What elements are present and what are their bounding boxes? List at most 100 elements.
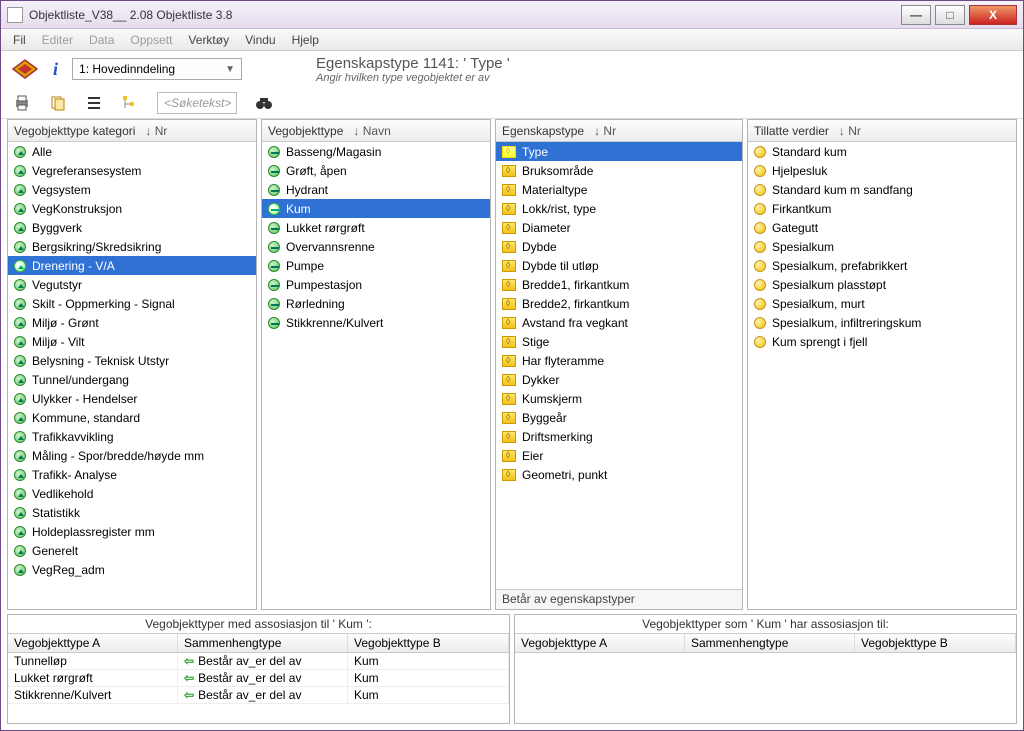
assoc-left-h1[interactable]: Vegobjekttype A xyxy=(8,634,178,652)
assoc-row[interactable]: Tunnelløp⇦Består av_er del avKum xyxy=(8,653,509,670)
list-item[interactable]: Pumpestasjon xyxy=(262,275,490,294)
col-category-sort: ↓ Nr xyxy=(145,124,167,138)
col-property-header[interactable]: Egenskapstype ↓ Nr xyxy=(496,120,742,142)
minimize-button[interactable]: — xyxy=(901,5,931,25)
list-item-label: Gategutt xyxy=(772,221,818,235)
property-icon xyxy=(502,412,516,424)
list-item[interactable]: Overvannsrenne xyxy=(262,237,490,256)
list-item[interactable]: Vegreferansesystem xyxy=(8,161,256,180)
list-item[interactable]: Hydrant xyxy=(262,180,490,199)
assoc-right-h1[interactable]: Vegobjekttype A xyxy=(515,634,685,652)
list-item[interactable]: Kommune, standard xyxy=(8,408,256,427)
print-icon[interactable] xyxy=(13,94,31,112)
list-item[interactable]: Gategutt xyxy=(748,218,1016,237)
list-item[interactable]: Vegsystem xyxy=(8,180,256,199)
col-category-header[interactable]: Vegobjekttype kategori ↓ Nr xyxy=(8,120,256,142)
list-item[interactable]: Har flyteramme xyxy=(496,351,742,370)
list-item[interactable]: Dybde xyxy=(496,237,742,256)
list-item[interactable]: Diameter xyxy=(496,218,742,237)
list-item[interactable]: Spesialkum plasstøpt xyxy=(748,275,1016,294)
copy-icon[interactable] xyxy=(49,94,67,112)
list-item[interactable]: Ulykker - Hendelser xyxy=(8,389,256,408)
list-item-label: Avstand fra vegkant xyxy=(522,316,628,330)
list-item[interactable]: Driftsmerking xyxy=(496,427,742,446)
binoculars-icon[interactable] xyxy=(255,94,273,112)
menu-data[interactable]: Data xyxy=(83,31,120,49)
division-combobox[interactable]: 1: Hovedinndeling ▼ xyxy=(72,58,242,80)
list-item[interactable]: Stikkrenne/Kulvert xyxy=(262,313,490,332)
menu-bar: FilEditerDataOppsettVerktøyVindu Hjelp xyxy=(1,29,1023,51)
list-item[interactable]: Statistikk xyxy=(8,503,256,522)
list-item[interactable]: Rørledning xyxy=(262,294,490,313)
col-objecttype-header[interactable]: Vegobjekttype ↓ Navn xyxy=(262,120,490,142)
list-item[interactable]: Bredde1, firkantkum xyxy=(496,275,742,294)
menu-hjelp[interactable]: Hjelp xyxy=(286,31,325,49)
tree-icon[interactable] xyxy=(121,94,139,112)
list-item[interactable]: Basseng/Magasin xyxy=(262,142,490,161)
list-item[interactable]: Skilt - Oppmerking - Signal xyxy=(8,294,256,313)
list-item[interactable]: Grøft, åpen xyxy=(262,161,490,180)
list-item[interactable]: Dybde til utløp xyxy=(496,256,742,275)
search-input[interactable]: <Søketekst> xyxy=(157,92,237,114)
assoc-left-h2[interactable]: Sammenhengtype xyxy=(178,634,348,652)
list-item[interactable]: Standard kum m sandfang xyxy=(748,180,1016,199)
list-item[interactable]: Generelt xyxy=(8,541,256,560)
list-item[interactable]: Miljø - Vilt xyxy=(8,332,256,351)
list-item[interactable]: Type xyxy=(496,142,742,161)
col-property-footer[interactable]: Betår av egenskapstyper xyxy=(496,589,742,609)
col-values-header[interactable]: Tillatte verdier ↓ Nr xyxy=(748,120,1016,142)
list-item[interactable]: Materialtype xyxy=(496,180,742,199)
list-item[interactable]: Byggeår xyxy=(496,408,742,427)
list-item[interactable]: Byggverk xyxy=(8,218,256,237)
list-item[interactable]: Kumskjerm xyxy=(496,389,742,408)
assoc-row[interactable]: Stikkrenne/Kulvert⇦Består av_er del avKu… xyxy=(8,687,509,704)
list-item[interactable]: Kum xyxy=(262,199,490,218)
list-item[interactable]: Trafikk- Analyse xyxy=(8,465,256,484)
list-item[interactable]: Tunnel/undergang xyxy=(8,370,256,389)
info-icon[interactable]: i xyxy=(53,59,58,80)
list-item[interactable]: VegReg_adm xyxy=(8,560,256,579)
menu-editer[interactable]: Editer xyxy=(36,31,79,49)
menu-oppsett[interactable]: Oppsett xyxy=(124,31,178,49)
list-item[interactable]: Standard kum xyxy=(748,142,1016,161)
assoc-row[interactable]: Lukket rørgrøft⇦Består av_er del avKum xyxy=(8,670,509,687)
list-item[interactable]: Eier xyxy=(496,446,742,465)
assoc-right-h3[interactable]: Vegobjekttype B xyxy=(855,634,1016,652)
list-item[interactable]: Miljø - Grønt xyxy=(8,313,256,332)
list-item[interactable]: Bruksområde xyxy=(496,161,742,180)
list-item[interactable]: Holdeplassregister mm xyxy=(8,522,256,541)
list-icon[interactable] xyxy=(85,94,103,112)
list-item[interactable]: Avstand fra vegkant xyxy=(496,313,742,332)
list-item[interactable]: Måling - Spor/bredde/høyde mm xyxy=(8,446,256,465)
list-item[interactable]: Bergsikring/Skredsikring xyxy=(8,237,256,256)
menu-verktøy[interactable]: Verktøy xyxy=(182,31,235,49)
list-item[interactable]: Dykker xyxy=(496,370,742,389)
list-item[interactable]: Vedlikehold xyxy=(8,484,256,503)
list-item[interactable]: Lukket rørgrøft xyxy=(262,218,490,237)
menu-fil[interactable]: Fil xyxy=(7,31,32,49)
menu-vindu[interactable]: Vindu xyxy=(239,31,281,49)
list-item[interactable]: Pumpe xyxy=(262,256,490,275)
list-item[interactable]: Spesialkum, infiltreringskum xyxy=(748,313,1016,332)
list-item-label: Kum xyxy=(286,202,311,216)
list-item[interactable]: Firkantkum xyxy=(748,199,1016,218)
list-item[interactable]: Drenering - V/A xyxy=(8,256,256,275)
list-item[interactable]: Spesialkum, murt xyxy=(748,294,1016,313)
list-item[interactable]: Vegutstyr xyxy=(8,275,256,294)
list-item[interactable]: Geometri, punkt xyxy=(496,465,742,484)
list-item[interactable]: Stige xyxy=(496,332,742,351)
list-item[interactable]: Alle xyxy=(8,142,256,161)
list-item[interactable]: VegKonstruksjon xyxy=(8,199,256,218)
assoc-right-h2[interactable]: Sammenhengtype xyxy=(685,634,855,652)
close-button[interactable]: X xyxy=(969,5,1017,25)
list-item[interactable]: Trafikkavvikling xyxy=(8,427,256,446)
list-item[interactable]: Belysning - Teknisk Utstyr xyxy=(8,351,256,370)
list-item[interactable]: Kum sprengt i fjell xyxy=(748,332,1016,351)
maximize-button[interactable]: □ xyxy=(935,5,965,25)
list-item[interactable]: Bredde2, firkantkum xyxy=(496,294,742,313)
list-item[interactable]: Spesialkum xyxy=(748,237,1016,256)
list-item[interactable]: Hjelpesluk xyxy=(748,161,1016,180)
list-item[interactable]: Spesialkum, prefabrikkert xyxy=(748,256,1016,275)
list-item[interactable]: Lokk/rist, type xyxy=(496,199,742,218)
assoc-left-h3[interactable]: Vegobjekttype B xyxy=(348,634,509,652)
